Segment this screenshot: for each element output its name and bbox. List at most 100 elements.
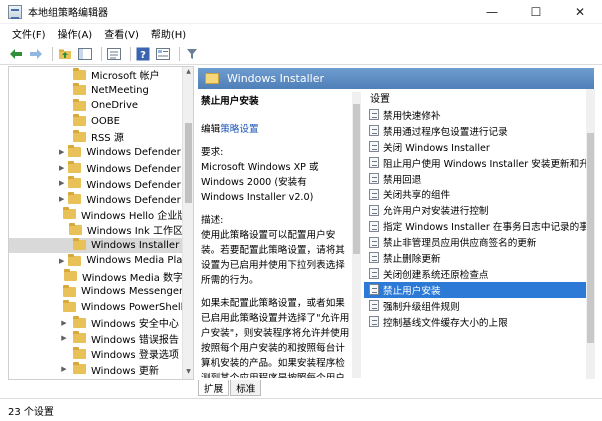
tree-item[interactable]: NetMeeting <box>9 83 183 99</box>
chevron-right-icon[interactable]: ▶ <box>59 365 69 373</box>
folder-icon <box>73 346 86 359</box>
maximize-button[interactable]: ☐ <box>514 0 558 24</box>
setting-label: 禁用通过程序包设置进行记录 <box>383 126 508 138</box>
folder-icon <box>68 145 82 158</box>
description-scrollbar[interactable] <box>352 92 361 378</box>
setting-row[interactable]: 关闭共享的组件 <box>364 186 586 202</box>
settings-scrollbar-thumb[interactable] <box>587 133 594 343</box>
policy-setting-icon <box>369 252 379 264</box>
setting-row[interactable]: 关闭 Windows Installer <box>364 139 586 155</box>
folder-icon <box>68 191 82 204</box>
setting-row[interactable]: 禁用通过程序包设置进行记录 <box>364 123 586 139</box>
tree-item[interactable]: ▶ Windows 更新 <box>9 362 183 378</box>
policy-setting-icon <box>369 316 379 328</box>
setting-row[interactable]: 关闭创建系统还原检查点 <box>364 266 586 282</box>
toolbar-separator <box>101 46 102 61</box>
tree-item[interactable]: Microsoft 帐户 <box>9 67 183 83</box>
setting-row[interactable]: 禁用回退 <box>364 171 586 187</box>
export-list-icon[interactable] <box>106 46 122 62</box>
tree-item[interactable]: ▶ Windows 错误报告 <box>9 331 183 347</box>
settings-scrollbar[interactable] <box>586 89 595 379</box>
folder-icon <box>68 253 82 266</box>
menu-action[interactable]: 操作(A) <box>52 26 99 41</box>
chevron-right-icon[interactable]: ▶ <box>59 334 69 342</box>
tree-item[interactable]: Windows Ink 工作区 <box>9 222 183 238</box>
tree-item-label: Windows PowerShell <box>81 301 183 313</box>
tree-item-label: RSS 源 <box>91 133 124 145</box>
tree-item-windows-installer[interactable]: Windows Installer <box>9 237 183 253</box>
chevron-right-icon[interactable]: ▶ <box>59 148 64 156</box>
description-scrollbar-thumb[interactable] <box>353 104 360 254</box>
tree-item[interactable]: ▶ Windows Defender S <box>9 145 183 161</box>
tree-scrollbar-thumb[interactable] <box>185 123 192 203</box>
properties-icon[interactable] <box>155 46 171 62</box>
policy-setting-icon <box>369 173 379 184</box>
forward-arrow-icon[interactable] <box>28 46 44 62</box>
help-icon[interactable]: ? <box>135 46 151 62</box>
show-hide-tree-icon[interactable] <box>77 46 93 62</box>
tree-item-label: OOBE <box>91 115 120 127</box>
tree-item-label: NetMeeting <box>91 84 149 96</box>
tree-scrollbar[interactable]: ▲ ▼ <box>182 67 193 379</box>
scroll-down-arrow-icon[interactable]: ▼ <box>184 368 193 378</box>
setting-row[interactable]: 禁止删除更新 <box>364 250 586 266</box>
minimize-button[interactable]: — <box>470 0 514 24</box>
tree-item[interactable]: Windows 登录选项 <box>9 346 183 362</box>
folder-icon <box>73 67 86 80</box>
filter-icon[interactable] <box>184 46 200 62</box>
folder-icon <box>73 114 86 127</box>
setting-row[interactable]: 禁止非管理员应用供应商签名的更新 <box>364 234 586 250</box>
back-arrow-icon[interactable] <box>8 46 24 62</box>
setting-row[interactable]: 强制升级组件规则 <box>364 298 586 314</box>
svg-text:?: ? <box>140 50 146 61</box>
setting-row[interactable]: 阻止用户使用 Windows Installer 安装更新和升级 <box>364 155 586 171</box>
chevron-right-icon[interactable]: ▶ <box>59 179 64 187</box>
tree-item[interactable]: ▶ Windows Defender 防 <box>9 176 183 192</box>
up-folder-icon[interactable] <box>57 46 73 62</box>
tree-item[interactable]: OneDrive <box>9 98 183 114</box>
view-tabs: 扩展 标准 <box>198 380 262 396</box>
folder-icon <box>68 160 82 173</box>
folder-icon <box>73 362 86 375</box>
tree-item-label: Windows Media 数字 <box>81 272 183 284</box>
folder-icon <box>68 222 82 235</box>
setting-row[interactable]: 控制基线文件缓存大小的上限 <box>364 314 586 330</box>
tree-item[interactable]: Windows Media 数字 <box>9 269 183 285</box>
setting-row-selected[interactable]: 禁止用户安装 <box>364 281 586 298</box>
policy-setting-icon <box>369 125 379 137</box>
setting-row[interactable]: 指定 Windows Installer 在事务日志中记录的事务 <box>364 218 586 234</box>
status-bar: 23 个设置 <box>0 398 602 421</box>
tree-item[interactable]: ▶ Windows Defender 应 <box>9 191 183 207</box>
settings-list: 设置 禁用快速修补 禁用通过程序包设置进行记录 关闭 Windows Insta… <box>364 89 586 379</box>
edit-prefix: 编辑 <box>201 124 221 135</box>
tab-standard[interactable]: 标准 <box>230 380 262 396</box>
chevron-right-icon[interactable]: ▶ <box>59 164 64 172</box>
menu-view[interactable]: 查看(V) <box>98 26 145 41</box>
setting-row[interactable]: 允许用户对安装进行控制 <box>364 202 586 218</box>
tree-item[interactable]: ▶ Windows Media Play <box>9 253 183 269</box>
setting-label: 禁止删除更新 <box>383 253 441 265</box>
folder-icon <box>73 315 86 328</box>
chevron-right-icon[interactable]: ▶ <box>59 195 64 203</box>
tree-item[interactable]: ▶ Windows Defender 身 <box>9 160 183 176</box>
menu-file[interactable]: 文件(F) <box>6 26 52 41</box>
folder-icon <box>68 176 82 189</box>
scroll-up-arrow-icon[interactable]: ▲ <box>184 68 193 78</box>
close-button[interactable]: ✕ <box>558 0 602 24</box>
settings-column-header[interactable]: 设置 <box>364 89 586 106</box>
setting-row[interactable]: 禁用快速修补 <box>364 107 586 123</box>
folder-icon <box>63 284 76 297</box>
menu-help[interactable]: 帮助(H) <box>145 26 192 41</box>
tree-item[interactable]: OOBE <box>9 114 183 130</box>
tree-item[interactable]: RSS 源 <box>9 129 183 145</box>
tree-item[interactable]: Windows PowerShell <box>9 300 183 316</box>
chevron-right-icon[interactable]: ▶ <box>59 257 64 265</box>
tab-extended[interactable]: 扩展 <box>198 380 230 396</box>
tree-item[interactable]: ▶ Windows 安全中心 <box>9 315 183 331</box>
policy-setting-icon <box>369 204 379 216</box>
tree-item[interactable]: Windows Messenger <box>9 284 183 300</box>
setting-label: 强制升级组件规则 <box>383 301 460 313</box>
edit-policy-link[interactable]: 策略设置 <box>220 124 258 135</box>
chevron-right-icon[interactable]: ▶ <box>59 319 69 327</box>
tree-item[interactable]: Windows Hello 企业版 <box>9 207 183 223</box>
